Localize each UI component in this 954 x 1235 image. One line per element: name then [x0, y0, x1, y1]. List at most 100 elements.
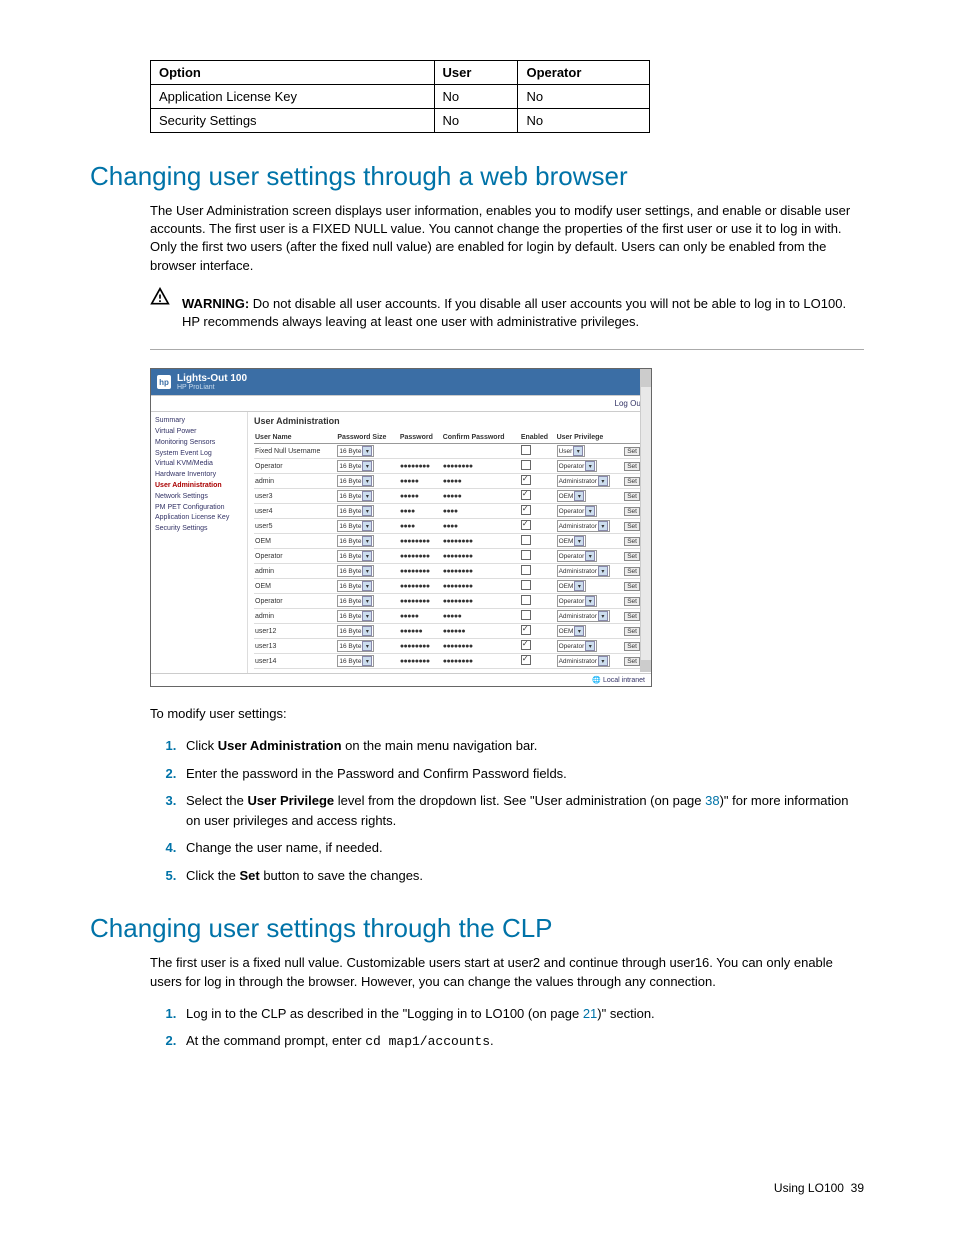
- username-cell[interactable]: user4: [254, 504, 336, 519]
- privilege-select[interactable]: OEM▾: [557, 580, 587, 592]
- confirm-password-field[interactable]: ●●●●●: [442, 474, 520, 489]
- set-button[interactable]: Set: [624, 627, 640, 636]
- username-cell[interactable]: Operator: [254, 549, 336, 564]
- username-cell[interactable]: user3: [254, 489, 336, 504]
- pwd-size-select[interactable]: 16 Byte▾: [337, 520, 374, 532]
- password-field[interactable]: ●●●●●●●●: [399, 654, 442, 669]
- password-field[interactable]: ●●●●●●●●: [399, 594, 442, 609]
- confirm-password-field[interactable]: ●●●●●●●●: [442, 549, 520, 564]
- confirm-password-field[interactable]: ●●●●●●●●: [442, 639, 520, 654]
- privilege-select[interactable]: Administrator▾: [557, 475, 610, 487]
- sidebar-item[interactable]: Summary: [155, 416, 243, 426]
- privilege-select[interactable]: OEM▾: [557, 490, 587, 502]
- enabled-checkbox[interactable]: [521, 625, 531, 635]
- confirm-password-field[interactable]: ●●●●●●: [442, 624, 520, 639]
- password-field[interactable]: ●●●●●: [399, 474, 442, 489]
- privilege-select[interactable]: Administrator▾: [557, 610, 610, 622]
- logout-link[interactable]: Log Out: [615, 399, 643, 408]
- username-cell[interactable]: user13: [254, 639, 336, 654]
- set-button[interactable]: Set: [624, 522, 640, 531]
- pwd-size-select[interactable]: 16 Byte▾: [337, 610, 374, 622]
- username-cell[interactable]: Fixed Null Username: [254, 444, 336, 459]
- set-button[interactable]: Set: [624, 552, 640, 561]
- pwd-size-select[interactable]: 16 Byte▾: [337, 655, 374, 667]
- pwd-size-select[interactable]: 16 Byte▾: [337, 460, 374, 472]
- enabled-checkbox[interactable]: [521, 490, 531, 500]
- sidebar-item[interactable]: Hardware Inventory: [155, 470, 243, 480]
- sidebar-item[interactable]: User Administration: [155, 481, 243, 491]
- confirm-password-field[interactable]: ●●●●●: [442, 489, 520, 504]
- set-button[interactable]: Set: [624, 582, 640, 591]
- sidebar-item[interactable]: Security Settings: [155, 524, 243, 534]
- pwd-size-select[interactable]: 16 Byte▾: [337, 640, 374, 652]
- pwd-size-select[interactable]: 16 Byte▾: [337, 595, 374, 607]
- confirm-password-field[interactable]: ●●●●: [442, 519, 520, 534]
- enabled-checkbox[interactable]: [521, 655, 531, 665]
- privilege-select[interactable]: Operator▾: [557, 505, 598, 517]
- set-button[interactable]: Set: [624, 447, 640, 456]
- set-button[interactable]: Set: [624, 492, 640, 501]
- password-field[interactable]: ●●●●●: [399, 489, 442, 504]
- enabled-checkbox[interactable]: [521, 595, 531, 605]
- privilege-select[interactable]: Administrator▾: [557, 565, 610, 577]
- enabled-checkbox[interactable]: [521, 565, 531, 575]
- confirm-password-field[interactable]: ●●●●●●●●: [442, 459, 520, 474]
- sidebar-item[interactable]: Network Settings: [155, 492, 243, 502]
- password-field[interactable]: ●●●●●●: [399, 624, 442, 639]
- password-field[interactable]: ●●●●●●●●: [399, 459, 442, 474]
- sidebar-item[interactable]: Monitoring Sensors: [155, 438, 243, 448]
- enabled-checkbox[interactable]: [521, 505, 531, 515]
- privilege-select[interactable]: Operator▾: [557, 640, 598, 652]
- password-field[interactable]: ●●●●: [399, 504, 442, 519]
- username-cell[interactable]: user14: [254, 654, 336, 669]
- password-field[interactable]: ●●●●●●●●: [399, 549, 442, 564]
- username-cell[interactable]: admin: [254, 474, 336, 489]
- privilege-select[interactable]: Administrator▾: [557, 520, 610, 532]
- username-cell[interactable]: Operator: [254, 594, 336, 609]
- set-button[interactable]: Set: [624, 477, 640, 486]
- set-button[interactable]: Set: [624, 537, 640, 546]
- username-cell[interactable]: OEM: [254, 579, 336, 594]
- confirm-password-field[interactable]: [442, 444, 520, 459]
- set-button[interactable]: Set: [624, 462, 640, 471]
- pwd-size-select[interactable]: 16 Byte▾: [337, 505, 374, 517]
- enabled-checkbox[interactable]: [521, 520, 531, 530]
- confirm-password-field[interactable]: ●●●●●●●●: [442, 654, 520, 669]
- enabled-checkbox[interactable]: [521, 445, 531, 455]
- pwd-size-select[interactable]: 16 Byte▾: [337, 475, 374, 487]
- enabled-checkbox[interactable]: [521, 610, 531, 620]
- password-field[interactable]: ●●●●●●●●: [399, 579, 442, 594]
- confirm-password-field[interactable]: ●●●●●: [442, 609, 520, 624]
- password-field[interactable]: [399, 444, 442, 459]
- enabled-checkbox[interactable]: [521, 535, 531, 545]
- page-ref-link[interactable]: 21: [583, 1006, 597, 1021]
- set-button[interactable]: Set: [624, 642, 640, 651]
- password-field[interactable]: ●●●●●●●●: [399, 534, 442, 549]
- pwd-size-select[interactable]: 16 Byte▾: [337, 565, 374, 577]
- username-cell[interactable]: Operator: [254, 459, 336, 474]
- pwd-size-select[interactable]: 16 Byte▾: [337, 550, 374, 562]
- sidebar-item[interactable]: Application License Key: [155, 513, 243, 523]
- pwd-size-select[interactable]: 16 Byte▾: [337, 535, 374, 547]
- enabled-checkbox[interactable]: [521, 640, 531, 650]
- set-button[interactable]: Set: [624, 507, 640, 516]
- privilege-select[interactable]: Operator▾: [557, 460, 598, 472]
- privilege-select[interactable]: Administrator▾: [557, 655, 610, 667]
- enabled-checkbox[interactable]: [521, 475, 531, 485]
- pwd-size-select[interactable]: 16 Byte▾: [337, 625, 374, 637]
- privilege-select[interactable]: OEM▾: [557, 625, 587, 637]
- confirm-password-field[interactable]: ●●●●●●●●: [442, 534, 520, 549]
- pwd-size-select[interactable]: 16 Byte▾: [337, 490, 374, 502]
- enabled-checkbox[interactable]: [521, 460, 531, 470]
- set-button[interactable]: Set: [624, 657, 640, 666]
- password-field[interactable]: ●●●●●●●●: [399, 639, 442, 654]
- sidebar-item[interactable]: PM PET Configuration: [155, 503, 243, 513]
- page-ref-link[interactable]: 38: [705, 793, 719, 808]
- sidebar-item[interactable]: Virtual KVM/Media: [155, 459, 243, 469]
- scrollbar[interactable]: [640, 369, 651, 672]
- enabled-checkbox[interactable]: [521, 580, 531, 590]
- sidebar-item[interactable]: System Event Log: [155, 449, 243, 459]
- confirm-password-field[interactable]: ●●●●●●●●: [442, 579, 520, 594]
- set-button[interactable]: Set: [624, 597, 640, 606]
- username-cell[interactable]: user12: [254, 624, 336, 639]
